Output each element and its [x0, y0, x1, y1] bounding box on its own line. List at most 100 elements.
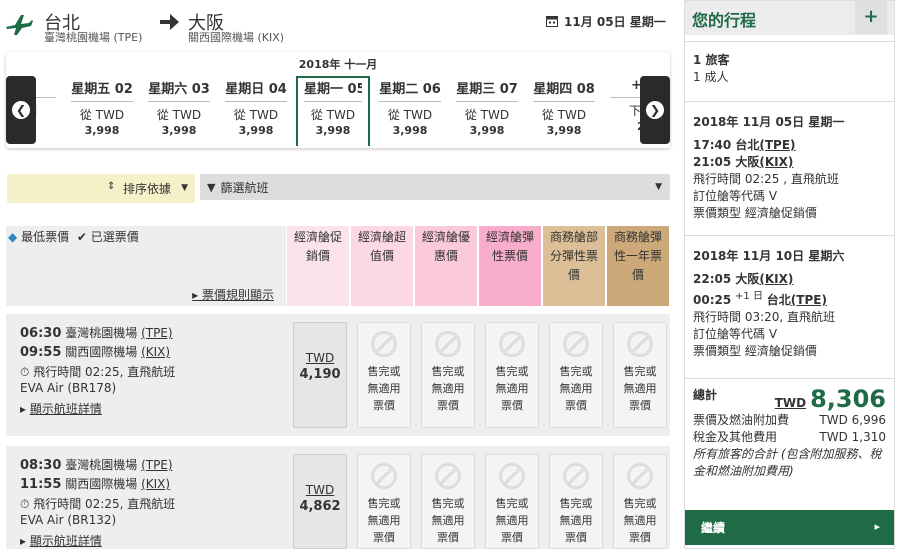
- chevron-right-icon: ▸: [874, 520, 880, 533]
- fare-column-business-semiflex: 商務艙部 分彈性票價: [543, 226, 605, 306]
- calendar-icon: [546, 16, 558, 27]
- fare-amount: 4,190: [299, 367, 341, 382]
- tag-icon: ◆: [8, 230, 18, 244]
- itinerary-panel: 您的行程 + 1 旅客 1 成人 2018年 11月 05日 星期一 17:40…: [684, 0, 895, 549]
- unavailable-icon: [499, 463, 525, 489]
- plus-icon: +: [863, 6, 879, 27]
- chevron-down-icon: ▼: [181, 183, 188, 193]
- flight-row: 06:30 臺灣桃園機場 (TPE) 09:55 關西國際機場 (KIX) ⏱ …: [6, 314, 670, 436]
- arrow-right-icon: [160, 14, 179, 30]
- dep-airport: 臺灣桃園機場: [65, 458, 138, 472]
- fare-cell-unavailable: 售完或 無適用 票價: [613, 322, 667, 428]
- carousel-month: 2018年 十一月: [298, 58, 378, 71]
- unavailable-icon: [563, 331, 589, 357]
- unavailable-icon: [435, 463, 461, 489]
- passenger-summary: 1 旅客 1 成人: [685, 41, 894, 101]
- fare-currency: TWD: [305, 483, 335, 497]
- fare-cell-unavailable: 售完或 無適用 票價: [485, 322, 539, 428]
- flight-duration: 飛行時間 02:25, 直飛航班: [33, 497, 176, 511]
- unavailable-icon: [435, 331, 461, 357]
- outbound-summary: 2018年 11月 05日 星期一 17:40 台北(TPE) 21:05 大阪…: [685, 101, 894, 235]
- dep-code: (TPE): [141, 458, 173, 472]
- sort-dropdown[interactable]: ⇕ 排序依據 ▼: [7, 174, 195, 203]
- expand-button[interactable]: +: [855, 1, 887, 34]
- travel-date: 11月 05日 星期一: [546, 13, 666, 30]
- dep-code: (TPE): [141, 326, 173, 340]
- carousel-next-button[interactable]: ❯: [640, 76, 670, 144]
- total-amount: 8,306: [810, 385, 886, 413]
- filter-label: 篩選航班: [220, 180, 269, 195]
- clock-icon: ⏱: [20, 365, 30, 379]
- fare-column-economy-flex: 經濟艙彈 性票價: [479, 226, 541, 306]
- fare-currency: TWD: [305, 351, 335, 365]
- fare-column-economy-promo: 經濟艙促 銷價: [287, 226, 349, 306]
- fare-cell-unavailable: 售完或 無適用 票價: [357, 322, 411, 428]
- unavailable-icon: [627, 331, 653, 357]
- fare-legend: ◆ 最低票價 ✔ 已選票價 ▸ 票價規則顯示: [6, 226, 286, 306]
- fare-rules-link[interactable]: ▸ 票價規則顯示: [192, 286, 274, 303]
- total-currency: TWD: [774, 396, 807, 410]
- chevron-down-icon: ▼: [655, 182, 662, 192]
- legend-lowest: 最低票價: [21, 230, 70, 244]
- day-03[interactable]: 星期六 03 從 TWD 3,998: [142, 78, 216, 142]
- carrier: EVA Air (BR178): [20, 381, 117, 395]
- arr-time: 09:55: [20, 345, 62, 360]
- filter-icon: ▼: [207, 180, 216, 194]
- flight-row: 08:30 臺灣桃園機場 (TPE) 11:55 關西國際機場 (KIX) ⏱ …: [6, 446, 670, 549]
- flight-details-link[interactable]: ▸ 顯示航班詳情: [20, 532, 102, 549]
- fare-cell-unavailable: 售完或 無適用 票價: [421, 322, 475, 428]
- fare-cell-unavailable: 售完或 無適用 票價: [357, 454, 411, 549]
- dest-airport: 關西國際機場 (KIX): [188, 31, 285, 44]
- clock-icon: ⏱: [20, 497, 30, 511]
- continue-button[interactable]: 繼續 ▸: [685, 510, 894, 545]
- arrow-left-icon: ❮: [12, 101, 30, 119]
- travel-date-text: 11月 05日 星期一: [564, 15, 666, 29]
- unavailable-icon: [563, 463, 589, 489]
- filter-dropdown[interactable]: ▼ 篩選航班 ▼: [200, 174, 670, 200]
- dep-time: 08:30: [20, 458, 62, 473]
- arr-code: (KIX): [141, 477, 171, 491]
- sort-label: 排序依據: [123, 182, 172, 196]
- fare-cell-selectable[interactable]: TWD 4,190: [293, 322, 347, 428]
- unavailable-icon: [371, 463, 397, 489]
- sort-icon: ⇕: [107, 181, 116, 192]
- legend-selected: 已選票價: [90, 230, 139, 244]
- day-08[interactable]: 星期四 08 從 TWD 3,998: [527, 78, 601, 142]
- dep-airport: 臺灣桃園機場: [65, 326, 138, 340]
- unavailable-icon: [499, 331, 525, 357]
- price-summary: 總計 TWD 8,306 票價及燃油附加費 TWD 6,996 稅金及其他費用 TW…: [685, 378, 894, 500]
- date-carousel: 2018年 十一月 7 一個 日 星期五 02 從 TWD 3,998 星期六 …: [6, 52, 670, 148]
- dep-time: 06:30: [20, 326, 62, 341]
- day-06[interactable]: 星期二 06 從 TWD 3,998: [373, 78, 447, 142]
- flight-duration: 飛行時間 02:25, 直飛航班: [33, 365, 176, 379]
- fare-column-economy-value: 經濟艙超 值價: [351, 226, 413, 306]
- arrow-right-icon: ❯: [646, 101, 664, 119]
- fare-cell-unavailable: 售完或 無適用 票價: [485, 454, 539, 549]
- origin-airport: 臺灣桃園機場 (TPE): [44, 31, 143, 44]
- fare-column-economy-saver: 經濟艙優 惠價: [415, 226, 477, 306]
- arr-airport: 關西國際機場: [65, 345, 138, 359]
- total-label: 總計: [693, 388, 718, 402]
- arr-airport: 關西國際機場: [65, 477, 138, 491]
- arr-code: (KIX): [141, 345, 171, 359]
- day-07[interactable]: 星期三 07 從 TWD 3,998: [450, 78, 524, 142]
- fare-column-business-flex: 商務艙彈 性一年票價: [607, 226, 669, 306]
- carousel-prev-button[interactable]: ❮: [6, 76, 36, 144]
- fare-cell-unavailable: 售完或 無適用 票價: [613, 454, 667, 549]
- unavailable-icon: [627, 463, 653, 489]
- fare-cell-unavailable: 售完或 無適用 票價: [421, 454, 475, 549]
- carrier: EVA Air (BR132): [20, 513, 117, 527]
- fare-cell-unavailable: 售完或 無適用 票價: [549, 322, 603, 428]
- flight-details-link[interactable]: ▸ 顯示航班詳情: [20, 400, 102, 417]
- fare-amount: 4,862: [299, 499, 341, 514]
- itinerary-title: 您的行程: [692, 11, 757, 30]
- fare-cell-unavailable: 售完或 無適用 票價: [549, 454, 603, 549]
- day-04[interactable]: 星期日 04 從 TWD 3,998: [219, 78, 293, 142]
- return-summary: 2018年 11月 10日 星期六 22:05 大阪(KIX) 00:25 +1…: [685, 235, 894, 373]
- total-note: 所有旅客的合計 (包含附加服務、稅金和燃油附加費用): [693, 447, 882, 478]
- fare-cell-selectable[interactable]: TWD 4,862: [293, 454, 347, 549]
- day-02[interactable]: 星期五 02 從 TWD 3,998: [65, 78, 139, 142]
- day-05-selected[interactable]: 星期一 05 從 TWD 3,998: [296, 76, 370, 146]
- check-circle-icon: ✔: [76, 230, 87, 244]
- unavailable-icon: [371, 331, 397, 357]
